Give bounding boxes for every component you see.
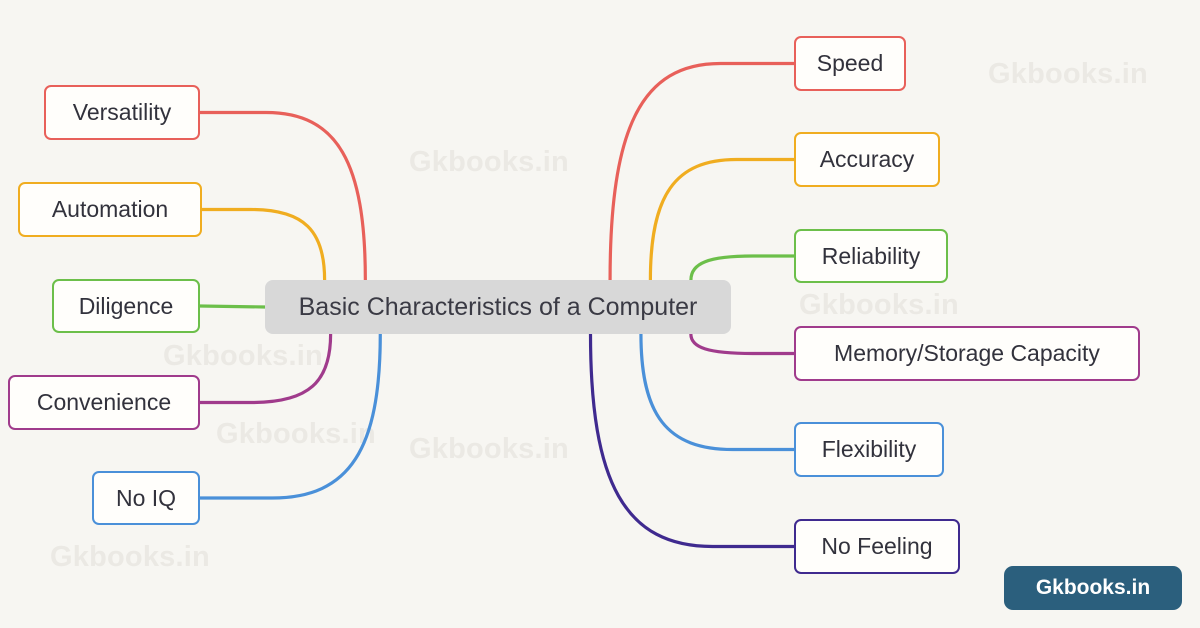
branch-node-label: Versatility: [72, 99, 172, 125]
center-node[interactable]: Basic Characteristics of a Computer: [265, 280, 731, 334]
branch-node-label: Convenience: [36, 389, 172, 415]
watermark-text: Gkbooks.in: [409, 146, 569, 178]
branch-node-automation[interactable]: Automation: [18, 182, 202, 237]
branch-node-label: Accuracy: [819, 146, 915, 172]
watermark-text: Gkbooks.in: [50, 541, 210, 573]
branch-node-label: Flexibility: [821, 436, 917, 462]
branch-node-label: No IQ: [115, 484, 177, 511]
branch-node-accuracy[interactable]: Accuracy: [794, 132, 940, 187]
gkbooks-badge[interactable]: Gkbooks.in: [1004, 566, 1182, 610]
branch-node-convenience[interactable]: Convenience: [8, 375, 200, 430]
mindmap-canvas: Gkbooks.in Gkbooks.in Gkbooks.in Gkbooks.in…: [0, 0, 1200, 628]
watermark-text: Gkbooks.in: [163, 340, 323, 372]
branch-node-no-feeling[interactable]: No Feeling: [794, 519, 960, 574]
branch-node-label: Memory/Storage Capacity: [834, 340, 1100, 366]
branch-node-reliability[interactable]: Reliability: [794, 229, 948, 283]
branch-node-diligence[interactable]: Diligence: [52, 279, 200, 333]
watermark-text: Gkbooks.in: [988, 58, 1148, 90]
branch-node-label: Diligence: [78, 292, 174, 319]
branch-node-label: Speed: [816, 50, 884, 76]
branch-node-flexibility[interactable]: Flexibility: [794, 422, 944, 477]
branch-node-versatility[interactable]: Versatility: [44, 85, 200, 140]
branch-node-speed[interactable]: Speed: [794, 36, 906, 91]
branch-node-label: Automation: [51, 196, 169, 222]
watermark-text: Gkbooks.in: [409, 433, 569, 465]
branch-node-label: No Feeling: [821, 533, 933, 559]
branch-node-no-iq[interactable]: No IQ: [92, 471, 200, 525]
watermark-text: Gkbooks.in: [799, 289, 959, 321]
branch-node-label: Reliability: [821, 242, 921, 269]
watermark-text: Gkbooks.in: [216, 418, 376, 450]
branch-node-memory-storage-capacity[interactable]: Memory/Storage Capacity: [794, 326, 1140, 381]
